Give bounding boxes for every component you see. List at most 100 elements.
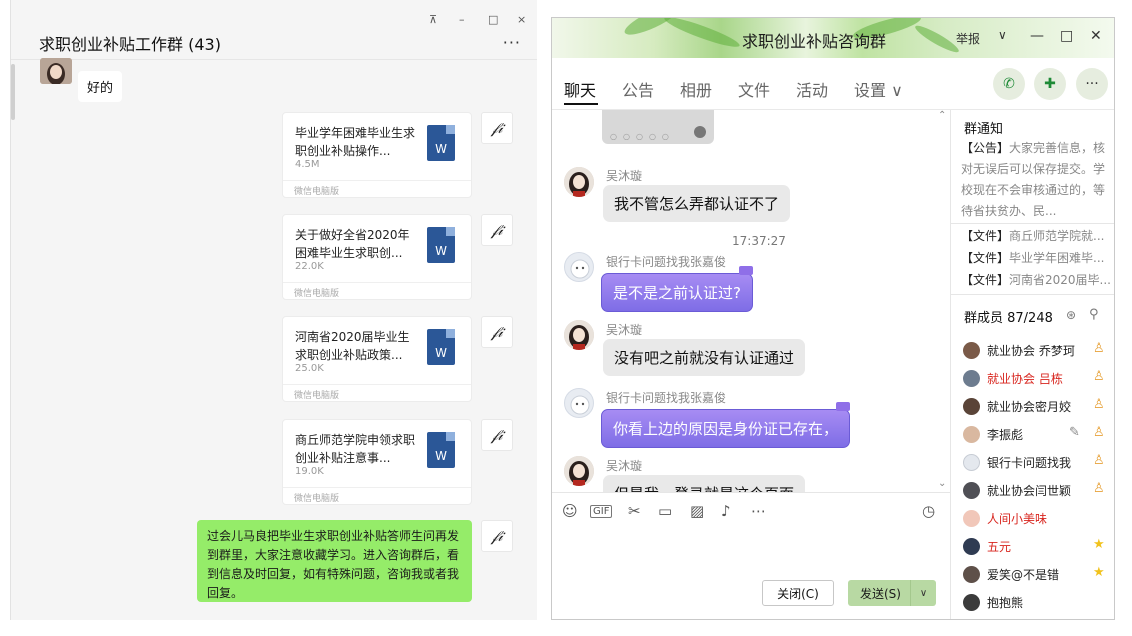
file-title: 商丘师范学院申领求职创业补贴注意事...: [295, 433, 416, 465]
member-item[interactable]: 李振彪 ✎ ♙: [963, 424, 1113, 446]
phone-icon[interactable]: ✆: [993, 68, 1025, 100]
search-icon[interactable]: ⚲: [1089, 307, 1099, 322]
edit-icon[interactable]: ✎: [1069, 425, 1080, 440]
send-button[interactable]: 发送(S) ∨: [848, 580, 936, 606]
notice-header: 群通知: [964, 122, 1004, 137]
maximize-button[interactable]: □: [488, 13, 498, 26]
member-badge-icon: ♙: [1093, 481, 1105, 496]
avatar: [963, 538, 980, 555]
file-card[interactable]: 河南省2020届毕业生求职创业补贴政策... 25.0K W 微信电脑版: [282, 316, 472, 402]
member-name: 抱抱熊: [987, 596, 1024, 610]
message-bubble: 是不是之前认证过?: [601, 266, 753, 312]
file-link[interactable]: 【文件】商丘师范学院就...: [961, 227, 1111, 244]
pin-icon[interactable]: ⊼: [429, 13, 437, 26]
wechat-header: 求职创业补贴工作群 (43) ⊼ – □ × ···: [11, 0, 537, 60]
expand-icon[interactable]: ⌄: [938, 478, 946, 489]
file-card[interactable]: 关于做好全省2020年困难毕业生求职创... 22.0K W 微信电脑版: [282, 214, 472, 300]
minimize-button[interactable]: —: [1030, 28, 1044, 44]
image-icon[interactable]: ▨: [690, 502, 704, 520]
close-button[interactable]: ×: [517, 13, 526, 26]
close-button[interactable]: ✕: [1090, 28, 1102, 44]
member-item[interactable]: 五元 ★: [963, 536, 1113, 558]
member-name: 就业协会密月姣: [987, 400, 1072, 414]
avatar[interactable]: [564, 320, 594, 350]
file-card[interactable]: 毕业学年困难毕业生求职创业补贴操作... 4.5M W 微信电脑版: [282, 112, 472, 198]
file-link[interactable]: 【文件】毕业学年困难毕...: [961, 249, 1111, 266]
word-file-icon: W: [427, 329, 455, 365]
tab-chat[interactable]: 聊天: [564, 77, 596, 101]
group-notice[interactable]: 【公告】大家完善信息，核对无误后可以保存提交。学校现在不会审核通过的，等待省扶贫…: [961, 138, 1109, 222]
avatar: [963, 342, 980, 359]
outgoing-message-bubble: 过会儿马良把毕业生求职创业补贴答师生问再发到群里，大家注意收藏学习。进入咨询群后…: [197, 520, 472, 602]
message-bubble: 没有吧之前就没有认证通过: [603, 339, 806, 376]
member-badge-icon: ♙: [1093, 341, 1105, 356]
minimize-button[interactable]: –: [459, 13, 465, 26]
gif-icon[interactable]: GIF: [590, 505, 613, 518]
notice-tag: 【公告】: [961, 141, 1010, 155]
member-item[interactable]: 银行卡问题找我 ♙: [963, 452, 1113, 474]
zoom-icon: [694, 126, 706, 138]
tab-announcement[interactable]: 公告: [622, 77, 654, 101]
send-options-dropdown[interactable]: ∨: [910, 580, 936, 606]
file-title: 毕业学年困难毕业生求职创业补贴操作...: [295, 126, 416, 158]
report-button[interactable]: 举报: [956, 30, 980, 47]
image-thumbnail[interactable]: ○○○○○: [602, 110, 714, 144]
message-input[interactable]: [552, 528, 950, 572]
avatar: [963, 482, 980, 499]
member-name: 爱笑@不是错: [987, 568, 1060, 582]
message-bubble: 我不管怎么弄都认证不了: [603, 185, 791, 222]
member-item[interactable]: 爱笑@不是错 ★: [963, 564, 1113, 586]
avatar[interactable]: [40, 58, 72, 84]
star-icon: ★: [1093, 537, 1105, 552]
more-options-icon[interactable]: ···: [503, 33, 521, 52]
tab-files[interactable]: 文件: [738, 77, 770, 101]
member-item[interactable]: 就业协会密月姣 ♙: [963, 396, 1113, 418]
file-card[interactable]: 商丘师范学院申领求职创业补贴注意事... 19.0K W 微信电脑版: [282, 419, 472, 505]
chat-history[interactable]: ○○○○○ ⌃ 吴沐璇 我不管怎么弄都认证不了 17:37:27 银行卡问题找我…: [552, 110, 950, 492]
word-file-icon: W: [427, 227, 455, 263]
history-icon[interactable]: ◷: [922, 502, 935, 520]
tab-activity[interactable]: 活动: [796, 77, 828, 101]
scrollbar[interactable]: [11, 64, 15, 120]
avatar: [963, 594, 980, 611]
scissors-icon[interactable]: ✂: [628, 502, 641, 520]
add-message-icon[interactable]: ✚: [1034, 68, 1066, 100]
locate-icon[interactable]: ⊛: [1066, 308, 1076, 322]
send-label: 发送(S): [860, 586, 901, 601]
avatar[interactable]: [564, 252, 594, 282]
avatar[interactable]: [564, 388, 594, 418]
more-icon[interactable]: ···: [1076, 68, 1108, 100]
emoji-icon[interactable]: ☺: [562, 502, 578, 520]
member-item[interactable]: 就业协会 吕栋 ♙: [963, 368, 1113, 390]
folder-icon[interactable]: ▭: [658, 502, 672, 520]
avatar[interactable]: 𝒻𝒾: [481, 112, 513, 144]
member-badge-icon: ♙: [1093, 425, 1105, 440]
avatar: [963, 370, 980, 387]
close-chat-button[interactable]: 关闭(C): [762, 580, 834, 606]
maximize-button[interactable]: □: [1060, 28, 1073, 44]
avatar[interactable]: 𝒻𝒾: [481, 214, 513, 246]
group-sidebar: 群通知 【公告】大家完善信息，核对无误后可以保存提交。学校现在不会审核通过的，等…: [950, 110, 1114, 619]
bell-icon[interactable]: ♪: [721, 502, 731, 520]
avatar[interactable]: [564, 456, 594, 486]
avatar[interactable]: 𝒻𝒾: [481, 316, 513, 348]
member-item[interactable]: 就业协会 乔梦珂 ♙: [963, 340, 1113, 362]
file-title: 关于做好全省2020年困难毕业生求职创...: [295, 228, 410, 260]
sender-name: 吴沐璇: [606, 323, 643, 337]
sender-name: 银行卡问题找我张嘉俊: [606, 391, 727, 405]
sender-name: 吴沐璇: [606, 459, 643, 473]
avatar[interactable]: 𝒻𝒾: [481, 419, 513, 451]
avatar: [963, 566, 980, 583]
member-item[interactable]: 就业协会闫世颖 ♙: [963, 480, 1113, 502]
avatar[interactable]: 𝒻𝒾: [481, 520, 513, 552]
file-link[interactable]: 【文件】河南省2020届毕...: [961, 271, 1111, 288]
more-icon[interactable]: ⋯: [751, 502, 766, 520]
qq-group-window: 求职创业补贴咨询群 举报 ∨ — □ ✕ 聊天 公告 相册 文件 活动 设置 ∨…: [551, 17, 1115, 620]
avatar[interactable]: [564, 167, 594, 197]
chevron-down-icon[interactable]: ∨: [998, 28, 1007, 42]
tab-settings[interactable]: 设置 ∨: [854, 77, 903, 101]
member-item[interactable]: 人间小美味: [963, 508, 1113, 530]
tab-album[interactable]: 相册: [680, 77, 712, 101]
member-item[interactable]: 抱抱熊: [963, 592, 1113, 614]
collapse-icon[interactable]: ⌃: [938, 110, 946, 121]
